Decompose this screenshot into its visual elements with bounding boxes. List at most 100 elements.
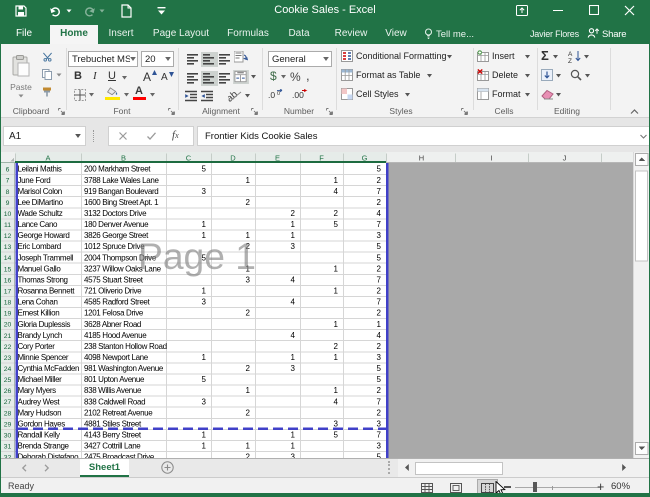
svg-text:4: 4 bbox=[334, 187, 339, 196]
svg-text:5: 5 bbox=[377, 375, 382, 384]
svg-text:Cory Porter: Cory Porter bbox=[18, 342, 56, 351]
svg-text:1: 1 bbox=[291, 353, 296, 362]
svg-text:2: 2 bbox=[377, 264, 382, 273]
svg-text:1: 1 bbox=[291, 220, 296, 229]
svg-text:3788 Lake Wales Lane: 3788 Lake Wales Lane bbox=[84, 176, 159, 185]
svg-text:1: 1 bbox=[246, 176, 251, 185]
svg-text:1201 Felosa Drive: 1201 Felosa Drive bbox=[84, 309, 144, 318]
svg-text:4: 4 bbox=[291, 275, 296, 284]
svg-text:2: 2 bbox=[377, 386, 382, 395]
svg-text:Lee DiMartino: Lee DiMartino bbox=[18, 198, 64, 207]
svg-text:J: J bbox=[563, 154, 567, 163]
svg-text:4098 Newport Lane: 4098 Newport Lane bbox=[84, 353, 149, 362]
svg-text:3: 3 bbox=[291, 364, 296, 373]
svg-text:5: 5 bbox=[202, 165, 207, 174]
svg-text:17: 17 bbox=[4, 288, 12, 295]
svg-text:4: 4 bbox=[334, 397, 339, 406]
svg-text:26: 26 bbox=[4, 388, 12, 395]
svg-text:180 Denver Avenue: 180 Denver Avenue bbox=[84, 220, 149, 229]
svg-text:I: I bbox=[490, 154, 492, 163]
svg-text:15: 15 bbox=[4, 266, 12, 273]
svg-text:ab: ab bbox=[228, 89, 240, 102]
svg-text:Rosanna Bennett: Rosanna Bennett bbox=[18, 287, 76, 296]
svg-text:1: 1 bbox=[334, 353, 339, 362]
svg-text:3628 Abner Road: 3628 Abner Road bbox=[84, 320, 141, 329]
svg-text:2: 2 bbox=[377, 309, 382, 318]
svg-text:2: 2 bbox=[246, 364, 251, 373]
svg-text:9: 9 bbox=[6, 200, 10, 207]
svg-text:Lance Cano: Lance Cano bbox=[18, 220, 59, 229]
svg-text:Lena Cohan: Lena Cohan bbox=[18, 298, 58, 307]
svg-text:2: 2 bbox=[377, 198, 382, 207]
svg-text:16: 16 bbox=[4, 277, 12, 284]
svg-text:1: 1 bbox=[334, 264, 339, 273]
svg-text:1: 1 bbox=[291, 442, 296, 451]
svg-text:7: 7 bbox=[377, 431, 382, 440]
svg-text:George Howard: George Howard bbox=[18, 231, 70, 240]
svg-text:1600 Bing Street Apt. 1: 1600 Bing Street Apt. 1 bbox=[84, 198, 159, 207]
svg-text:Audrey West: Audrey West bbox=[18, 397, 61, 406]
svg-text:919 Bangan Boulevard: 919 Bangan Boulevard bbox=[84, 187, 158, 196]
svg-text:Minnie Spencer: Minnie Spencer bbox=[18, 353, 69, 362]
svg-text:3: 3 bbox=[202, 187, 207, 196]
svg-text:4881 Stiles Street: 4881 Stiles Street bbox=[84, 419, 142, 428]
svg-text:2: 2 bbox=[334, 209, 339, 218]
svg-text:2: 2 bbox=[377, 287, 382, 296]
svg-text:20: 20 bbox=[4, 322, 12, 329]
svg-text:19: 19 bbox=[4, 311, 12, 318]
svg-text:3: 3 bbox=[202, 298, 207, 307]
svg-text:2: 2 bbox=[246, 198, 251, 207]
svg-text:0: 0 bbox=[277, 91, 280, 97]
svg-text:4185 Hood Avenue: 4185 Hood Avenue bbox=[84, 331, 147, 340]
svg-text:3: 3 bbox=[291, 242, 296, 251]
svg-text:6: 6 bbox=[6, 167, 10, 174]
svg-text:838 Willis Avenue: 838 Willis Avenue bbox=[84, 386, 142, 395]
svg-text:4585 Radford Street: 4585 Radford Street bbox=[84, 298, 151, 307]
svg-text:2102 Retreat Avenue: 2102 Retreat Avenue bbox=[84, 408, 153, 417]
svg-text:Ernest Killion: Ernest Killion bbox=[18, 309, 60, 318]
svg-text:1: 1 bbox=[377, 320, 382, 329]
svg-text:22: 22 bbox=[4, 344, 12, 351]
svg-text:1: 1 bbox=[334, 386, 339, 395]
svg-text:1: 1 bbox=[334, 320, 339, 329]
svg-text:1: 1 bbox=[246, 442, 251, 451]
svg-text:30: 30 bbox=[4, 432, 12, 439]
svg-text:1: 1 bbox=[202, 353, 207, 362]
svg-text:2: 2 bbox=[291, 209, 296, 218]
svg-text:5: 5 bbox=[202, 375, 207, 384]
svg-text:10: 10 bbox=[4, 211, 12, 218]
svg-text:14: 14 bbox=[4, 255, 12, 262]
svg-text:Mary Myers: Mary Myers bbox=[18, 386, 57, 395]
svg-text:721 Oliverio Drive: 721 Oliverio Drive bbox=[84, 287, 142, 296]
svg-text:2: 2 bbox=[246, 408, 251, 417]
svg-text:238 Stanton Hollow Road: 238 Stanton Hollow Road bbox=[84, 342, 167, 351]
svg-text:1: 1 bbox=[202, 431, 207, 440]
svg-text:Manuel Gallo: Manuel Gallo bbox=[18, 264, 62, 273]
svg-text:7: 7 bbox=[377, 298, 382, 307]
svg-text:Randall Kelly: Randall Kelly bbox=[18, 431, 60, 440]
svg-text:2: 2 bbox=[377, 176, 382, 185]
svg-text:4: 4 bbox=[377, 209, 382, 218]
svg-text:4: 4 bbox=[291, 298, 296, 307]
svg-text:.00: .00 bbox=[292, 90, 304, 100]
svg-text:Mary Hudson: Mary Hudson bbox=[18, 408, 62, 417]
svg-text:2: 2 bbox=[246, 309, 251, 318]
svg-text:5: 5 bbox=[377, 242, 382, 251]
svg-text:7: 7 bbox=[377, 397, 382, 406]
svg-text:Marisol Colon: Marisol Colon bbox=[18, 187, 62, 196]
svg-text:Cynthia McFadden: Cynthia McFadden bbox=[18, 364, 80, 373]
svg-text:7: 7 bbox=[377, 275, 382, 284]
svg-text:2: 2 bbox=[377, 408, 382, 417]
svg-text:7: 7 bbox=[377, 187, 382, 196]
svg-text:7: 7 bbox=[377, 220, 382, 229]
svg-text:8: 8 bbox=[6, 189, 10, 196]
svg-text:1: 1 bbox=[334, 287, 339, 296]
svg-text:5: 5 bbox=[334, 431, 339, 440]
svg-text:1: 1 bbox=[291, 231, 296, 240]
svg-text:838 Caldwell Road: 838 Caldwell Road bbox=[84, 397, 145, 406]
svg-text:1: 1 bbox=[334, 176, 339, 185]
svg-text:5: 5 bbox=[377, 165, 382, 174]
svg-text:.0: .0 bbox=[268, 90, 275, 100]
svg-text:18: 18 bbox=[4, 300, 12, 307]
svg-text:Eric Lombard: Eric Lombard bbox=[18, 242, 61, 251]
